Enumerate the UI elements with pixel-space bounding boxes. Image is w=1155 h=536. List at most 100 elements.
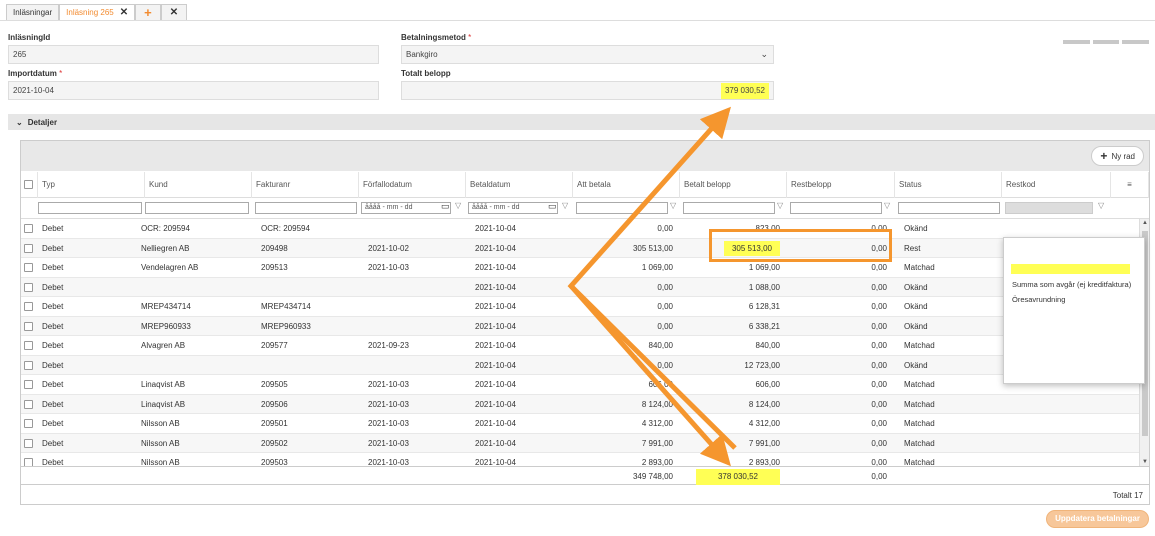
filter-forfallodatum[interactable]: åååå - mm - dd	[361, 202, 451, 214]
table-row[interactable]: Debet Linaqvist AB 209506 2021-10-03 2021-10…	[21, 394, 1139, 414]
calendar-icon[interactable]: ▭	[441, 201, 450, 212]
row-checkbox[interactable]	[24, 399, 33, 409]
col-restkod[interactable]: Restkod	[1002, 172, 1111, 198]
row-checkbox[interactable]	[24, 380, 33, 389]
filter-icon[interactable]: ▽	[777, 201, 783, 210]
scroll-up-icon[interactable]: ▲	[1142, 220, 1148, 226]
cell-faktura: 209503	[261, 458, 288, 466]
col-fakturanr[interactable]: Fakturanr	[252, 172, 359, 198]
cell-rest: 0,00	[871, 360, 887, 370]
cell-typ: Debet	[42, 263, 64, 272]
close-icon: ✕	[169, 7, 179, 18]
col-typ[interactable]: Typ	[38, 172, 145, 198]
col-betalt-belopp[interactable]: Betalt belopp	[680, 172, 787, 198]
cell-status: Matchad	[904, 399, 935, 409]
table-row[interactable]: Debet Vendelagren AB 209513 2021-10-03 2021-…	[21, 258, 1139, 278]
col-betaldatum[interactable]: Betaldatum	[466, 172, 573, 198]
col-restbelopp[interactable]: Restbelopp	[787, 172, 895, 198]
cell-faktura: OCR: 209594	[261, 224, 310, 233]
betalningsmetod-select[interactable]: Bankgiro ⌄	[401, 45, 774, 64]
table-row[interactable]: Debet Alvagren AB 209577 2021-09-23 2021-10-…	[21, 336, 1139, 356]
restkod-option-empty[interactable]	[1011, 264, 1130, 274]
tab-inlasningar[interactable]: Inläsningar	[6, 4, 60, 20]
payment-grid: + Ny rad Typ Kund Fakturanr Förfallodatum…	[20, 140, 1150, 505]
filter-icon[interactable]: ▽	[455, 201, 461, 210]
row-checkbox[interactable]	[24, 282, 33, 292]
filter-status[interactable]	[898, 202, 1000, 214]
cell-betal: 2021-10-04	[475, 438, 516, 448]
table-row[interactable]: Debet MREP960933 MREP960933 2021-10-04 0,00 6…	[21, 316, 1139, 336]
filter-icon[interactable]: ▽	[884, 201, 890, 210]
cell-forfallo: 2021-10-03	[368, 380, 409, 389]
row-checkbox[interactable]	[24, 360, 33, 370]
close-all-tabs-button[interactable]: ✕	[160, 4, 188, 20]
select-all-checkbox[interactable]	[24, 180, 33, 189]
cell-betalt: 7 991,00	[748, 438, 780, 448]
table-row[interactable]: Debet 2021-10-04 0,00 1 088,00 0,00 Okänd	[21, 277, 1139, 297]
row-checkbox[interactable]	[24, 243, 33, 253]
table-row[interactable]: Debet MREP434714 MREP434714 2021-10-04 0,00 6…	[21, 297, 1139, 317]
update-payments-button[interactable]: Uppdatera betalningar	[1046, 510, 1149, 528]
col-att-betala[interactable]: Att betala	[573, 172, 680, 198]
inlasningid-field: 265	[8, 45, 379, 64]
col-status[interactable]: Status	[895, 172, 1002, 198]
filter-restkod[interactable]	[1005, 202, 1093, 214]
restkod-option[interactable]: Öresavrundning	[1012, 295, 1065, 304]
column-menu-icon[interactable]: ≡	[1111, 172, 1149, 198]
filter-fakturanr[interactable]	[255, 202, 357, 214]
cell-betal: 2021-10-04	[475, 224, 516, 233]
row-checkbox[interactable]	[24, 458, 33, 466]
new-row-button[interactable]: + Ny rad	[1091, 146, 1144, 166]
row-checkbox[interactable]	[24, 341, 33, 350]
row-checkbox[interactable]	[24, 224, 33, 233]
cell-faktura: MREP960933	[261, 321, 311, 331]
importdatum-label: Importdatum *	[8, 69, 63, 78]
cell-betalt: 840,00	[755, 341, 780, 350]
filter-att-betala[interactable]	[576, 202, 668, 214]
cell-forfallo: 2021-10-03	[368, 263, 409, 272]
totalt-belopp-value: 379 030,52	[720, 83, 769, 99]
restkod-dropdown: Summa som avgår (ej kreditfaktura) Öresa…	[1003, 237, 1145, 384]
cell-rest: 0,00	[871, 380, 887, 389]
cell-typ: Debet	[42, 360, 64, 370]
filter-restbelopp[interactable]	[790, 202, 882, 214]
table-row[interactable]: Debet Linaqvist AB 209505 2021-10-03 2021-10…	[21, 375, 1139, 395]
cell-betalt: 4 312,00	[748, 419, 780, 428]
cell-betal: 2021-10-04	[475, 243, 516, 253]
cell-typ: Debet	[42, 243, 64, 253]
filter-icon[interactable]: ▽	[670, 201, 676, 210]
detaljer-section-header[interactable]: ⌄ Detaljer	[8, 114, 1155, 130]
table-row[interactable]: Debet Nilsson AB 209501 2021-10-03 2021-10-0…	[21, 414, 1139, 434]
filter-kund[interactable]	[145, 202, 249, 214]
cell-status: Matchad	[904, 419, 935, 428]
total-restbelopp: 0,00	[871, 472, 887, 481]
table-row[interactable]: Debet 2021-10-04 0,00 12 723,00 0,00 Okänd	[21, 355, 1139, 375]
table-row[interactable]: Debet Nilsson AB 209503 2021-10-03 2021-10-0…	[21, 453, 1139, 466]
restkod-option[interactable]: Summa som avgår (ej kreditfaktura)	[1012, 280, 1131, 289]
close-icon[interactable]: ✕	[120, 5, 128, 20]
cell-att: 0,00	[657, 321, 673, 331]
table-row[interactable]: Debet Nelliegren AB 209498 2021-10-02 2021-1…	[21, 238, 1139, 258]
table-row[interactable]: Debet Nilsson AB 209502 2021-10-03 2021-10-0…	[21, 433, 1139, 453]
row-checkbox[interactable]	[24, 321, 33, 331]
calendar-icon[interactable]: ▭	[548, 201, 557, 212]
cell-rest: 0,00	[871, 282, 887, 292]
filter-betalt-belopp[interactable]	[683, 202, 775, 214]
col-forfallodatum[interactable]: Förfallodatum	[359, 172, 466, 198]
filter-typ[interactable]	[38, 202, 142, 214]
cell-status: Okänd	[904, 302, 928, 311]
scroll-down-icon[interactable]: ▼	[1142, 459, 1148, 465]
row-checkbox[interactable]	[24, 263, 33, 272]
col-kund[interactable]: Kund	[145, 172, 252, 198]
row-checkbox[interactable]	[24, 419, 33, 428]
cell-typ: Debet	[42, 341, 64, 350]
table-row[interactable]: Debet OCR: 209594 OCR: 209594 2021-10-04 0,0…	[21, 219, 1139, 239]
row-checkbox[interactable]	[24, 438, 33, 448]
cell-status: Rest	[904, 243, 921, 253]
row-checkbox[interactable]	[24, 302, 33, 311]
filter-icon[interactable]: ▽	[1098, 201, 1104, 210]
tab-inlasning-265[interactable]: Inläsning 265 ✕	[59, 4, 136, 20]
filter-icon[interactable]: ▽	[562, 201, 568, 210]
filter-betaldatum[interactable]: åååå - mm - dd	[468, 202, 558, 214]
add-tab-button[interactable]: +	[135, 4, 161, 20]
